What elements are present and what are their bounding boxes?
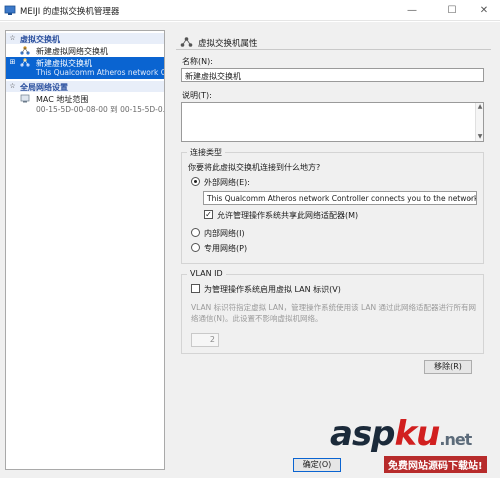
watermark-logo-a: asp [330,414,396,454]
tree-header-global-settings[interactable]: ☆ 全局网络设置 [6,81,164,92]
name-field[interactable]: 新建虚拟交换机 [181,68,484,82]
network-switch-icon [20,46,30,55]
chevron-down-icon[interactable]: ⌄ [467,194,473,202]
remove-button[interactable]: 移除(R) [424,360,472,374]
window-title: MEIJI 的虚拟交换机管理器 [20,7,120,17]
tree-item-sublabel: 00-15-5D-00-08-00 到 00-15-5D-0... [36,105,164,114]
close-button[interactable]: ✕ [464,0,500,21]
collapse-icon[interactable]: ☆ [9,34,16,42]
private-network-radio[interactable] [191,243,200,252]
connection-type-title: 连接类型 [187,147,225,158]
allow-share-label: 允许管理操作系统共享此网络适配器(M) [217,211,359,220]
scroll-up-icon[interactable]: ▲ [476,103,484,111]
tree-item-new-switch[interactable]: ⊞ 新建虚拟交换机 This Qualcomm Atheros network … [6,57,164,79]
watermark-slogan: 免费网站源码下载站! [384,456,487,473]
connection-type-group: 连接类型 你要将此虚拟交换机连接到什么地方? 外部网络(E): This Qua… [181,147,484,264]
external-network-radio[interactable] [191,177,200,186]
network-switch-icon [20,58,30,67]
internal-network-label: 内部网络(I) [204,229,245,238]
tree-item-mac-range[interactable]: MAC 地址范围 00-15-5D-00-08-00 到 00-15-5D-0.… [6,93,164,115]
scroll-down-icon[interactable]: ▼ [476,133,484,141]
watermark-logo: aspku.net [330,414,472,454]
vlan-group: VLAN ID 为管理操作系统启用虚拟 LAN 标识(V) VLAN 标识符指定… [181,269,484,354]
tree-item-label: 新建虚拟网络交换机 [36,47,108,56]
panel-heading: 虚拟交换机属性 [176,34,491,50]
network-adapter-value: This Qualcomm Atheros network Controller… [207,194,477,203]
title-bar: MEIJI 的虚拟交换机管理器 — ☐ ✕ [0,0,500,21]
panel-title: 虚拟交换机属性 [198,39,258,49]
vlan-id-field[interactable]: 2 [191,333,219,347]
app-icon [4,5,16,15]
watermark-logo-net: .net [439,430,472,449]
allow-share-checkbox[interactable]: ✓ [204,210,213,219]
vlan-note: VLAN 标识符指定虚拟 LAN，管理操作系统使用该 LAN 通过此网络适配器进… [191,303,476,323]
window-body: ☆ 虚拟交换机 新建虚拟网络交换机 ⊞ 新建虚拟交换机 This Qualcom… [0,22,500,478]
expand-icon[interactable]: ⊞ [9,58,16,66]
private-network-label: 专用网络(P) [204,244,248,253]
name-label: 名称(N): [182,57,213,66]
collapse-icon[interactable]: ☆ [9,82,16,90]
description-field[interactable]: ▲ ▼ [181,102,484,142]
switch-tree[interactable]: ☆ 虚拟交换机 新建虚拟网络交换机 ⊞ 新建虚拟交换机 This Qualcom… [5,30,165,470]
tree-header-label: 全局网络设置 [20,83,68,92]
tree-item-new-network-switch[interactable]: 新建虚拟网络交换机 [6,45,164,56]
tree-item-sublabel: This Qualcomm Atheros network C... [36,68,164,77]
tree-header-label: 虚拟交换机 [20,35,60,44]
connection-question: 你要将此虚拟交换机连接到什么地方? [188,163,321,172]
network-switch-icon [180,37,193,47]
enable-vlan-checkbox[interactable] [191,284,200,293]
internal-network-radio[interactable] [191,228,200,237]
description-label: 说明(T): [182,91,212,100]
enable-vlan-label: 为管理操作系统启用虚拟 LAN 标识(V) [204,285,341,294]
network-adapter-select[interactable]: This Qualcomm Atheros network Controller… [203,191,477,205]
switch-properties-panel: 虚拟交换机属性 名称(N): 新建虚拟交换机 说明(T): ▲ ▼ 连接类型 你… [172,30,493,470]
minimize-button[interactable]: — [392,0,432,21]
watermark-logo-k: ku [394,414,441,454]
tree-header-virtual-switches[interactable]: ☆ 虚拟交换机 [6,33,164,44]
watermark: aspku.net 免费网站源码下载站! [330,414,500,478]
vlan-title: VLAN ID [187,269,226,278]
description-scrollbar[interactable]: ▲ ▼ [475,103,483,141]
external-network-label: 外部网络(E): [204,178,250,187]
mac-address-icon [20,94,30,103]
